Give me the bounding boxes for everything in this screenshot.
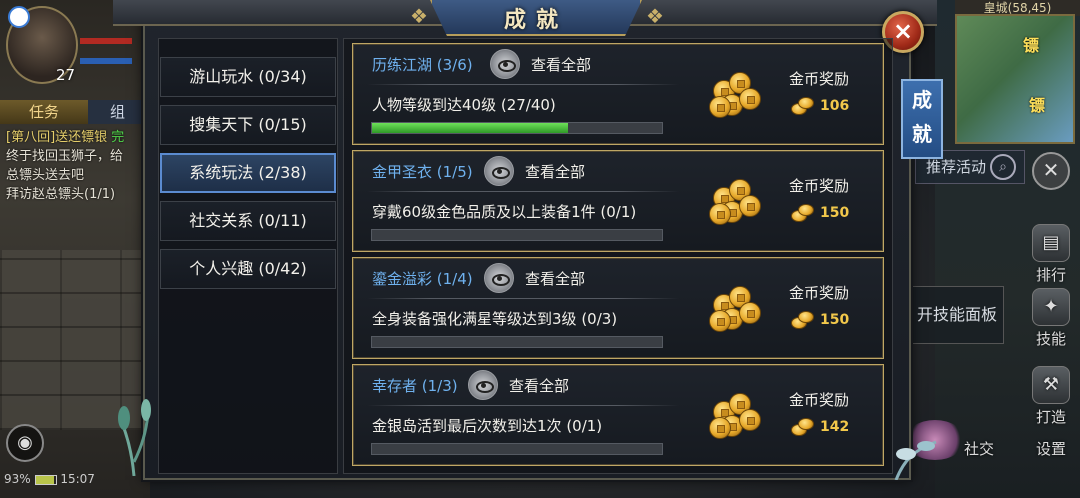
progress-bar <box>371 229 663 241</box>
achievement-title: 鎏金溢彩 (1/4) <box>372 270 473 288</box>
achievement-title: 历练江湖 (3/6) <box>372 56 473 74</box>
quest-line: [第八回]送还镖银 完 <box>6 130 125 145</box>
coin-icon <box>709 310 731 332</box>
divider <box>367 298 679 299</box>
achievement-card: 鎏金溢彩 (1/4) 查看全部 全身装备强化满星等级达到3级 (0/3) 金币奖… <box>352 257 884 359</box>
settings-button[interactable]: 设置 <box>1026 438 1076 459</box>
divider <box>367 405 679 406</box>
tab-team[interactable]: 组 <box>88 100 150 124</box>
reward-label: 金币奖励 <box>789 70 850 88</box>
quest-log[interactable]: [第八回]送还镖银 完 终于找回玉狮子，给 总镖头送去吧 拜访赵总镖头(1/1) <box>6 128 150 204</box>
tab-task[interactable]: 任务 <box>0 100 88 124</box>
coin-icon <box>739 195 761 217</box>
divider <box>367 84 679 85</box>
coin-icon <box>709 203 731 225</box>
view-all-link[interactable]: 查看全部 <box>509 375 569 396</box>
health-bar <box>80 38 132 44</box>
battery-percent: 93% <box>4 472 31 486</box>
dialog-title: 成就 <box>503 8 568 33</box>
camera-icon[interactable]: ◉ <box>6 424 44 462</box>
achievement-card: 历练江湖 (3/6) 查看全部 人物等级到达40级 (27/40) 金币奖励 1… <box>352 43 884 145</box>
eye-icon[interactable] <box>468 370 498 400</box>
reward-value: 150 <box>820 205 850 221</box>
quest-line: 总镖头送去吧 <box>6 168 85 183</box>
coin-icon <box>739 88 761 110</box>
ranking-button[interactable]: ▤ 排行 <box>1026 224 1076 285</box>
reward-label: 金币奖励 <box>789 177 850 195</box>
view-all-link[interactable]: 查看全部 <box>531 54 591 75</box>
skill-icon: ✦ <box>1032 288 1070 326</box>
player-level: 27 <box>56 66 76 84</box>
coin-icon <box>709 96 731 118</box>
coin-icon <box>739 302 761 324</box>
progress-bar <box>371 336 663 348</box>
tab-achievement[interactable]: 成就 <box>901 79 943 159</box>
gold-coins-icon <box>705 280 761 334</box>
minimap[interactable]: 镖 镖 <box>955 14 1075 144</box>
title-ornament-right-icon: ❖ <box>646 4 664 28</box>
gold-coins-icon <box>705 387 761 441</box>
category-button[interactable]: 个人兴趣 (0/42) <box>160 249 336 289</box>
gold-coin-icon <box>791 97 817 115</box>
escort-marker: 镖 <box>1023 36 1040 55</box>
category-button[interactable]: 社交关系 (0/11) <box>160 201 336 241</box>
achievement-title: 幸存者 (1/3) <box>372 377 458 395</box>
mana-bar <box>80 58 132 64</box>
search-icon[interactable]: ⌕ <box>990 154 1016 180</box>
achievement-card: 幸存者 (1/3) 查看全部 金银岛活到最后次数到达1次 (0/1) 金币奖励 … <box>352 364 884 466</box>
gold-coins-icon <box>705 173 761 227</box>
progress-bar <box>371 122 663 134</box>
tab-achievement-label: 成就 <box>912 88 932 146</box>
hud-close-icon[interactable]: ✕ <box>1032 152 1070 190</box>
reward-value: 150 <box>820 312 850 328</box>
quest-line: 终于找回玉狮子，给 <box>6 149 124 164</box>
progress-bar <box>371 443 663 455</box>
achievement-description: 穿戴60级金色品质及以上装备1件 (0/1) <box>372 203 637 221</box>
skill-panel-button[interactable]: 开技能面板 <box>910 286 1004 344</box>
app-badge-icon <box>8 6 30 28</box>
gold-coins-icon <box>705 66 761 120</box>
gold-coin-icon <box>791 311 817 329</box>
progress-fill <box>372 123 568 133</box>
reward-label: 金币奖励 <box>789 284 850 302</box>
skill-button[interactable]: ✦ 技能 <box>1026 288 1076 349</box>
achievement-description: 金银岛活到最后次数到达1次 (0/1) <box>372 417 603 435</box>
gold-coin-icon <box>791 418 817 436</box>
quest-line: 拜访赵总镖头(1/1) <box>6 187 116 202</box>
achievement-description: 全身装备强化满星等级达到3级 (0/3) <box>372 310 618 328</box>
achievement-card: 金甲圣衣 (1/5) 查看全部 穿戴60级金色品质及以上装备1件 (0/1) 金… <box>352 150 884 252</box>
ranking-icon: ▤ <box>1032 224 1070 262</box>
forge-button[interactable]: ⚒ 打造 <box>1026 366 1076 427</box>
category-button[interactable]: 搜集天下 (0/15) <box>160 105 336 145</box>
view-all-link[interactable]: 查看全部 <box>525 268 585 289</box>
eye-icon[interactable] <box>484 263 514 293</box>
reward-value: 142 <box>820 419 850 435</box>
achievement-title: 金甲圣衣 (1/5) <box>372 163 473 181</box>
forge-icon: ⚒ <box>1032 366 1070 404</box>
battery-icon <box>34 474 57 485</box>
reward-value: 106 <box>820 98 850 114</box>
plant-decoration-right <box>894 440 937 480</box>
achievement-description: 人物等级到达40级 (27/40) <box>372 96 556 114</box>
escort-marker: 镖 <box>1029 96 1046 115</box>
clock: 15:07 <box>60 472 95 486</box>
coin-icon <box>739 409 761 431</box>
plant-decoration-left <box>118 399 151 476</box>
reward-label: 金币奖励 <box>789 391 850 409</box>
device-status: 93% 15:07 <box>4 472 95 486</box>
category-button[interactable]: 系统玩法 (2/38) <box>160 153 336 193</box>
gold-coin-icon <box>791 204 817 222</box>
coin-icon <box>709 417 731 439</box>
view-all-link[interactable]: 查看全部 <box>525 161 585 182</box>
eye-icon[interactable] <box>490 49 520 79</box>
divider <box>367 191 679 192</box>
eye-icon[interactable] <box>484 156 514 186</box>
category-button[interactable]: 游山玩水 (0/34) <box>160 57 336 97</box>
